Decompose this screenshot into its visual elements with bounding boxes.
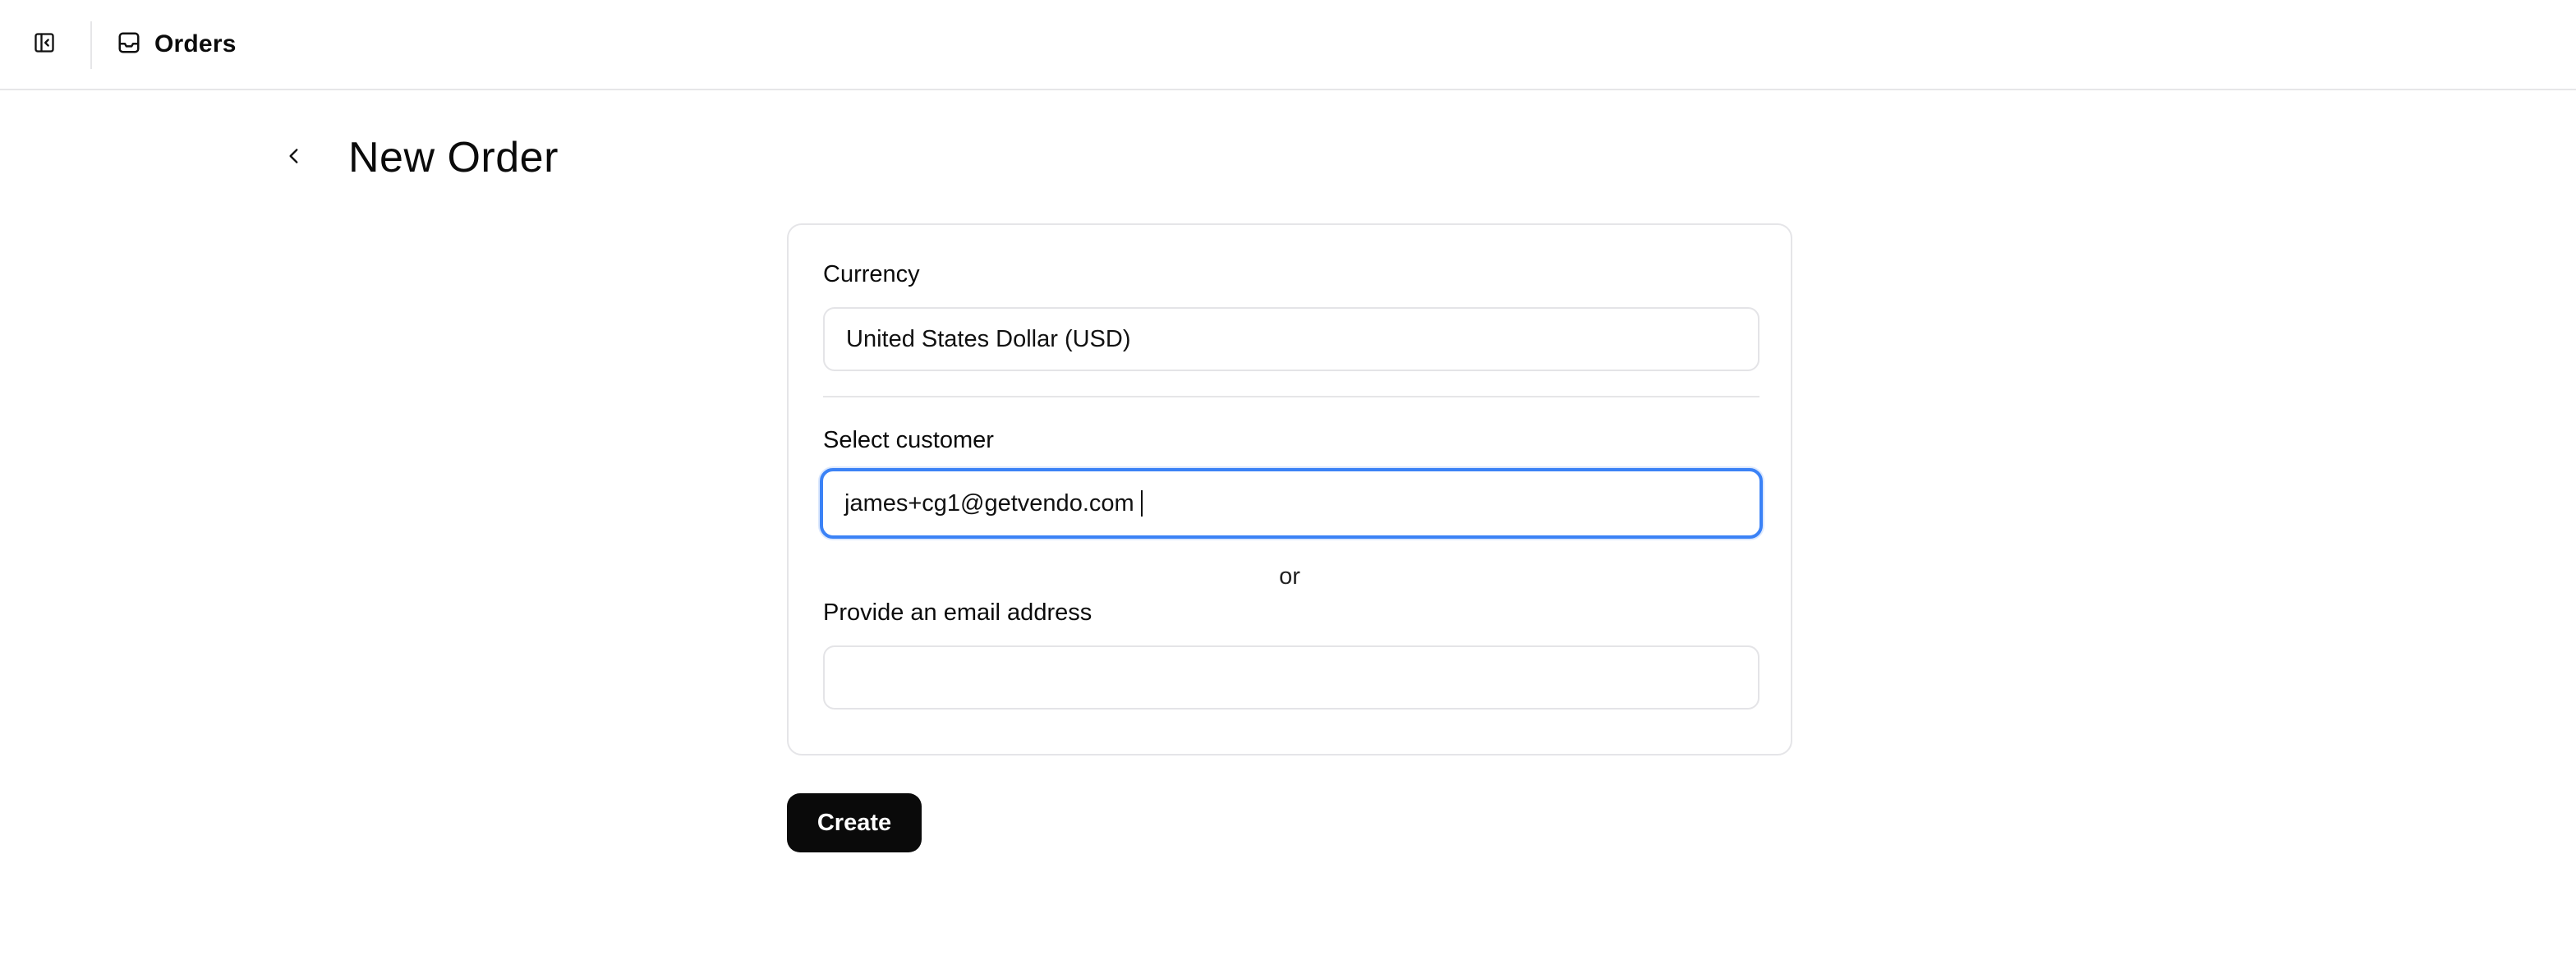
email-label: Provide an email address	[823, 599, 1092, 626]
email-input[interactable]	[823, 645, 1760, 710]
card-divider	[823, 396, 1760, 397]
inbox-icon	[117, 30, 141, 59]
customer-search-input[interactable]: james+cg1@getvendo.com	[820, 468, 1763, 539]
customer-input-value: james+cg1@getvendo.com	[844, 489, 1134, 517]
back-button[interactable]	[276, 140, 312, 176]
breadcrumb-label: Orders	[154, 30, 237, 57]
page-title: New Order	[348, 134, 559, 181]
currency-select[interactable]: United States Dollar (USD)	[823, 307, 1760, 371]
topbar-divider	[90, 21, 92, 69]
currency-value: United States Dollar (USD)	[846, 325, 1131, 352]
breadcrumb-orders[interactable]: Orders	[117, 25, 237, 64]
customer-label: Select customer	[823, 427, 994, 453]
currency-label: Currency	[823, 261, 920, 287]
create-button[interactable]: Create	[787, 793, 922, 852]
chevron-left-icon	[283, 145, 305, 171]
order-form-card: Currency United States Dollar (USD) Sele…	[787, 223, 1792, 755]
text-caret	[1140, 490, 1143, 517]
sidebar-toggle-button[interactable]	[30, 30, 59, 59]
top-bar: Orders	[0, 0, 2576, 90]
or-separator: or	[1279, 563, 1300, 590]
sidebar-panel-icon	[33, 31, 56, 58]
